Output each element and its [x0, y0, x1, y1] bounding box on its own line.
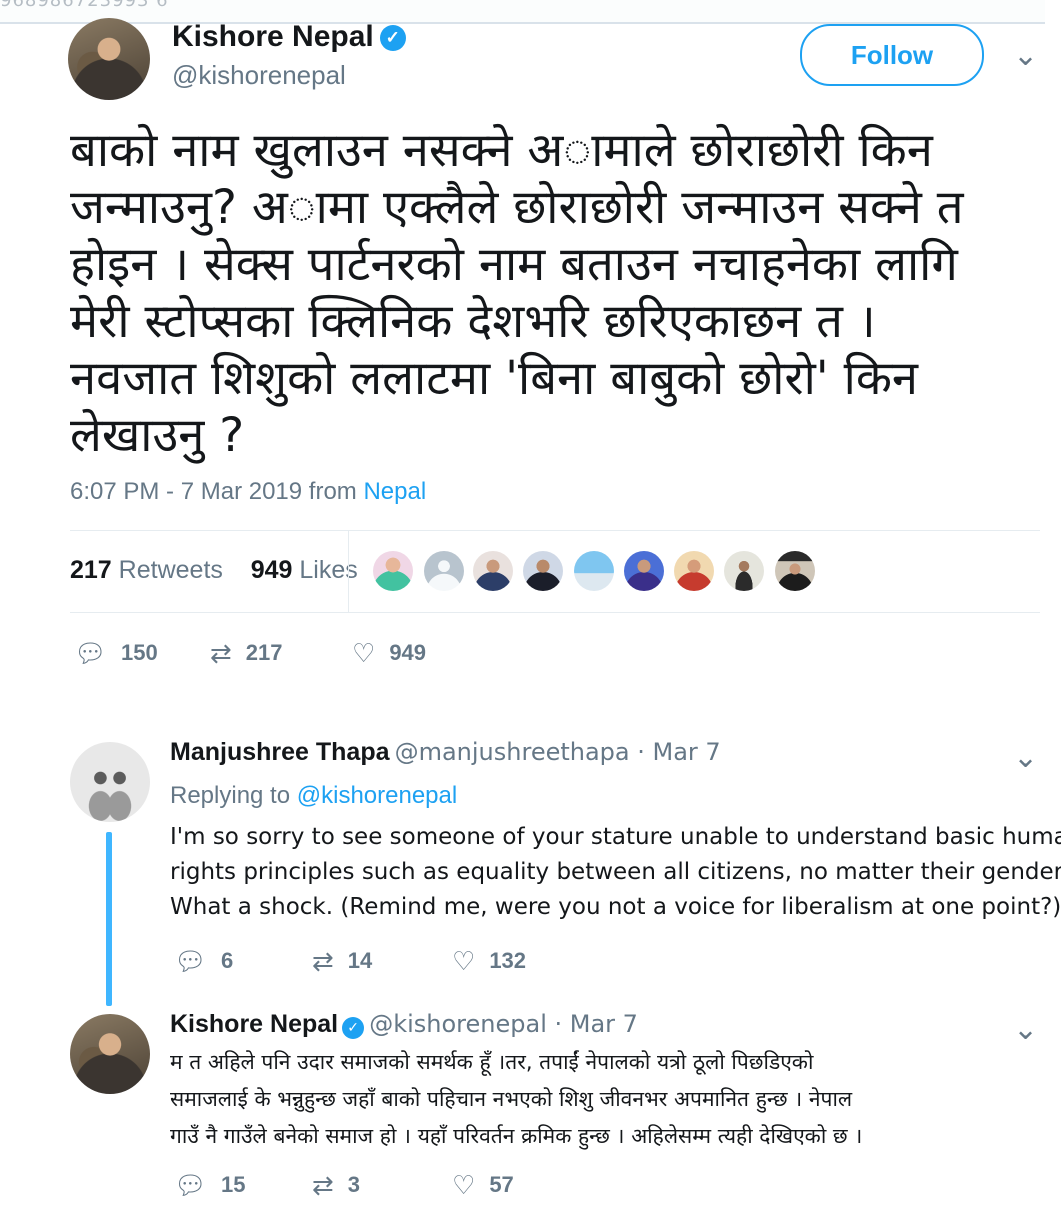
tweet-timestamp: 6:07 PM - 7 Mar 2019 from Nepal — [70, 478, 426, 506]
reply-action[interactable]: 💬︎ 15 — [174, 1170, 246, 1201]
author-name-text[interactable]: Kishore Nepal — [172, 20, 374, 53]
reply-count: 6 — [221, 948, 234, 973]
tweet-line: होइन । सेक्स पार्टनरको नाम बताउन नचाहनेक… — [70, 237, 958, 292]
retweet-count: 217 — [245, 640, 283, 665]
reply-meta[interactable]: @manjushreethapa · Mar 7 — [395, 738, 721, 766]
follow-button[interactable]: Follow — [800, 24, 984, 86]
reply-avatar[interactable] — [70, 742, 150, 822]
reply-line: म त अहिले पनि उदार समाजको समर्थक हूँ ।तर… — [170, 1050, 814, 1074]
verified-badge-icon: ✓ — [379, 25, 406, 52]
engagement-stats: 217 Retweets 949 Likes — [70, 556, 358, 585]
reply-text: म त अहिले पनि उदार समाजको समर्थक हूँ ।तर… — [170, 1044, 862, 1155]
reply-author-name[interactable]: Kishore Nepal — [170, 1010, 338, 1038]
liker-avatar[interactable] — [574, 551, 614, 591]
divider — [70, 530, 1040, 531]
reply-action[interactable]: 💬︎ 6 — [174, 946, 233, 977]
retweet-count: 14 — [347, 948, 373, 973]
retweet-action[interactable]: ⇄ 14 — [312, 946, 372, 977]
liker-avatar[interactable] — [424, 551, 464, 591]
author-name[interactable]: Kishore Nepal ✓ — [172, 20, 406, 54]
replying-prefix: Replying to — [170, 782, 291, 809]
liker-avatar[interactable] — [523, 551, 563, 591]
like-count: 57 — [489, 1172, 514, 1197]
retweet-count: 3 — [347, 1172, 361, 1197]
liker-avatar[interactable] — [373, 551, 413, 591]
tweet-line: नवजात शिशुको ललाटमा 'बिना बाबुको छोरो' क… — [70, 351, 919, 406]
reply-text: I'm so sorry to see someone of your stat… — [170, 820, 1061, 925]
tweet-line: लेखाउनु ? — [70, 408, 245, 463]
likes-count: 949 — [250, 556, 293, 584]
author-avatar[interactable] — [68, 18, 150, 100]
reply-line: गाउँ नै गाउँले बनेको समाज हो । यहाँ परिव… — [170, 1124, 863, 1148]
liker-avatar[interactable] — [473, 551, 513, 591]
like-action[interactable]: ♡ 949 — [352, 638, 426, 669]
reply-line: I'm so sorry to see someone of your stat… — [170, 824, 1061, 850]
retweets-label: Retweets — [118, 556, 223, 584]
location-link[interactable]: Nepal — [363, 478, 426, 505]
chevron-down-icon[interactable]: ⌄ — [1013, 740, 1038, 775]
tweet-line: जन्माउनु? अ◌ामा एक्लैले छोराछोरी जन्माउन… — [70, 180, 964, 235]
speech-bubble-icon: 💬︎ — [174, 1170, 208, 1200]
like-count: 949 — [389, 640, 427, 665]
reply-line: rights principles such as equality betwe… — [170, 859, 1061, 885]
tweet-text: बाको नाम खुलाउन नसक्ने अ◌ामाले छोराछोरी … — [70, 122, 1030, 464]
heart-icon: ♡ — [452, 1170, 476, 1200]
replying-mention[interactable]: @kishorenepal — [297, 782, 457, 809]
verified-badge-icon: ✓ — [342, 1016, 365, 1039]
likes-stat[interactable]: 949 Likes — [251, 556, 358, 584]
reply-author-name[interactable]: Manjushree Thapa — [170, 738, 390, 766]
replying-to: Replying to @kishorenepal — [170, 782, 457, 810]
timestamp-text[interactable]: 6:07 PM - 7 Mar 2019 from — [70, 478, 357, 505]
tweet-line: मेरी स्टोप्सका क्लिनिक देशभरि छरिएकाछन त… — [70, 294, 876, 349]
reply-count: 15 — [221, 1172, 246, 1197]
divider — [70, 612, 1040, 613]
retweets-count: 217 — [70, 556, 112, 584]
reply-avatar[interactable] — [70, 1014, 150, 1094]
retweet-icon: ⇄ — [210, 638, 232, 668]
liker-avatar[interactable] — [674, 551, 714, 591]
reply-line: What a shock. (Remind me, were you not a… — [170, 894, 1061, 920]
speech-bubble-icon: 💬︎ — [74, 638, 108, 668]
speech-bubble-icon: 💬︎ — [174, 946, 208, 976]
retweet-icon: ⇄ — [312, 946, 334, 976]
reply-action[interactable]: 💬︎ 150 — [74, 638, 158, 669]
like-count: 132 — [489, 948, 527, 973]
retweet-action[interactable]: ⇄ 217 — [210, 638, 283, 669]
heart-icon: ♡ — [452, 946, 476, 976]
heart-icon: ♡ — [352, 638, 376, 668]
retweet-action[interactable]: ⇄ 3 — [312, 1170, 360, 1201]
reply-line: समाजलाई के भन्नुहुन्छ जहाँ बाको पहिचान न… — [170, 1087, 853, 1111]
reply-count: 150 — [121, 640, 158, 665]
chevron-down-icon[interactable]: ⌄ — [1013, 1012, 1038, 1047]
like-action[interactable]: ♡ 57 — [452, 1170, 514, 1201]
thread-connector-line — [106, 832, 112, 1006]
liker-avatar[interactable] — [775, 551, 815, 591]
liker-avatar[interactable] — [724, 551, 764, 591]
liker-avatar[interactable] — [624, 551, 664, 591]
retweet-icon: ⇄ — [312, 1170, 334, 1200]
stats-separator — [348, 530, 349, 612]
reply-header: Kishore Nepal ✓ @kishorenepal · Mar 7 — [170, 1010, 638, 1039]
top-strip-text: 968986723993 6 — [0, 0, 169, 11]
like-action[interactable]: ♡ 132 — [452, 946, 526, 977]
reply-meta[interactable]: @kishorenepal · Mar 7 — [369, 1010, 638, 1038]
browser-top-strip: 968986723993 6 — [0, 0, 1045, 24]
reply-header: Manjushree Thapa @manjushreethapa · Mar … — [170, 738, 721, 767]
tweet-line: बाको नाम खुलाउन नसक्ने अ◌ामाले छोराछोरी … — [70, 123, 933, 178]
retweets-stat[interactable]: 217 Retweets — [70, 556, 223, 584]
author-handle[interactable]: @kishorenepal — [172, 60, 346, 91]
chevron-down-icon[interactable]: ⌄ — [1013, 38, 1038, 73]
